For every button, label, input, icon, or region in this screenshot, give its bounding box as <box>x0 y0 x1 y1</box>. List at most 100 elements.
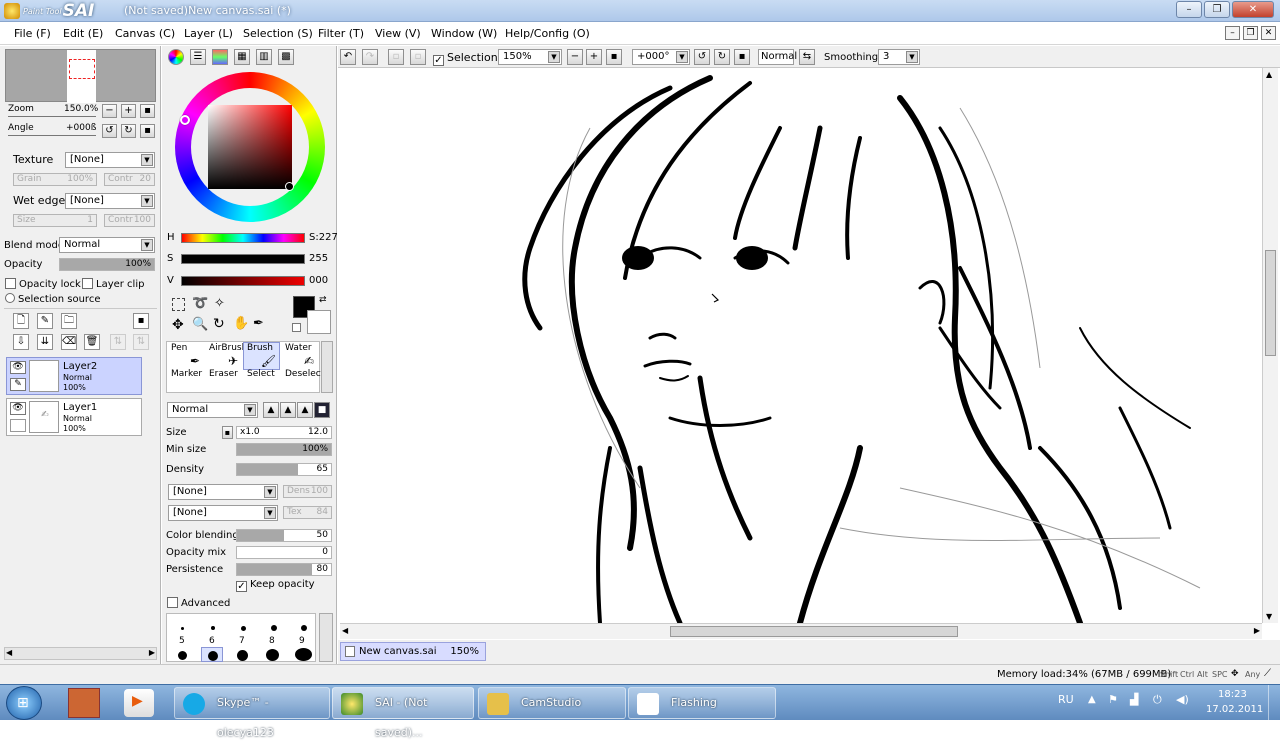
invert-selection-icon[interactable]: ▫ <box>410 49 426 65</box>
show-hidden-icons-icon[interactable]: ▲ <box>1088 694 1096 705</box>
texture-select[interactable]: [None] ▼ <box>65 152 155 168</box>
menu-file[interactable]: File (F) <box>14 27 51 40</box>
magic-wand-icon[interactable]: ✧ <box>214 296 225 311</box>
saturation-value-square[interactable] <box>208 105 292 189</box>
marquee-icon[interactable] <box>172 298 185 311</box>
rotate-left-button[interactable]: ↺ <box>102 124 117 138</box>
pencil-icon[interactable]: ✎ <box>10 378 26 391</box>
tool-eraser[interactable]: Eraser <box>205 368 242 396</box>
maximize-button[interactable]: ❐ <box>1204 1 1230 18</box>
power-icon[interactable]: ⏻ <box>1153 693 1162 707</box>
menu-canvas[interactable]: Canvas (C) <box>115 27 175 40</box>
start-button[interactable]: ⊞ <box>6 686 42 720</box>
transparent-color-icon[interactable] <box>292 323 301 332</box>
menu-view[interactable]: View (V) <box>375 27 421 40</box>
brush-preset-dot[interactable] <box>266 649 279 661</box>
brush-shape-hard-icon[interactable]: ■ <box>314 402 330 418</box>
saturation-bar[interactable] <box>181 254 305 264</box>
angle-select[interactable]: +000° ▼ <box>632 49 690 65</box>
new-linework-layer-icon[interactable]: ✎ <box>37 313 53 329</box>
layer-clip-checkbox[interactable]: Layer clip <box>82 278 144 290</box>
rotate-icon[interactable]: ↻ <box>213 316 225 332</box>
rotate-cw-icon[interactable]: ↻ <box>714 49 730 65</box>
canvas-horizontal-scrollbar[interactable]: ◀ ▶ <box>340 623 1262 639</box>
zoom-slider[interactable] <box>8 116 96 117</box>
zoom-out-button[interactable]: − <box>102 104 117 118</box>
navigator-view-frame[interactable] <box>69 59 95 79</box>
menu-filter[interactable]: Filter (T) <box>318 27 364 40</box>
layer-panel-scrollbar[interactable]: ◀ ▶ <box>4 647 157 660</box>
clock-time[interactable]: 18:23 <box>1218 689 1247 700</box>
volume-icon[interactable]: ◀) <box>1176 693 1189 706</box>
zoom-icon[interactable]: 🔍 <box>192 317 208 332</box>
layer-panel-menu-icon[interactable]: ▪ <box>133 313 149 329</box>
layer-opacity-slider[interactable]: 100% <box>59 258 155 271</box>
tool-brush[interactable]: Brush 🖌 <box>243 342 280 370</box>
size-multiplier-button[interactable]: ▪ <box>222 426 233 439</box>
language-indicator[interactable]: RU <box>1058 693 1074 706</box>
tool-airbrush[interactable]: AirBrush ✈ <box>205 342 247 370</box>
undo-icon[interactable]: ↶ <box>340 49 356 65</box>
brush-preset-dot[interactable] <box>211 626 215 630</box>
minimize-button[interactable]: – <box>1176 1 1202 18</box>
menu-window[interactable]: Window (W) <box>431 27 497 40</box>
persistence-slider[interactable]: 80 <box>236 563 332 576</box>
taskbar-sai[interactable]: SAI - (Not saved)... <box>332 687 474 739</box>
zoom-reset-button[interactable]: ▪ <box>140 104 155 118</box>
hue-marker[interactable] <box>180 115 190 125</box>
hue-bar[interactable] <box>181 233 305 243</box>
rotate-reset-button[interactable]: ▪ <box>140 124 155 138</box>
zoom-select[interactable]: 150% ▼ <box>498 49 562 65</box>
rotate-ccw-icon[interactable]: ↺ <box>694 49 710 65</box>
flag-icon[interactable]: ⚑ <box>1108 693 1118 706</box>
move-icon[interactable]: ✥ <box>172 317 184 333</box>
selection-source-radio[interactable]: Selection source <box>5 293 100 305</box>
deselect-icon[interactable]: ▫ <box>388 49 404 65</box>
navigator-preview[interactable] <box>5 49 156 103</box>
taskbar-camstudio[interactable]: CamStudio <box>478 687 626 719</box>
brush-shape-flat-icon[interactable]: ▲ <box>263 402 279 418</box>
color-wheel[interactable] <box>175 72 325 222</box>
wet-edge-select[interactable]: [None] ▼ <box>65 193 155 209</box>
smoothing-select[interactable]: 3 ▼ <box>878 49 920 65</box>
zoom-out-toolbar-icon[interactable]: − <box>567 49 583 65</box>
mdi-close-button[interactable]: ✕ <box>1261 26 1276 40</box>
flip-horizontal-icon[interactable]: ⇆ <box>799 49 815 65</box>
tool-select[interactable]: Select <box>243 368 280 396</box>
resize-grip-icon[interactable]: ⟋ <box>1264 668 1271 679</box>
brush-preset-selected[interactable] <box>201 647 223 662</box>
brush-presets-scrollbar[interactable] <box>319 613 333 662</box>
eye-icon[interactable]: 👁 <box>10 361 26 374</box>
brush-shape-soft-icon[interactable]: ▲ <box>297 402 313 418</box>
brush-preset-dot[interactable] <box>295 648 312 661</box>
brush-preset-dot[interactable] <box>301 625 307 631</box>
tool-grid-scrollbar[interactable] <box>321 341 333 393</box>
menu-selection[interactable]: Selection (S) <box>243 27 313 40</box>
hand-icon[interactable]: ✋ <box>233 316 249 331</box>
brush-shape-round-icon[interactable]: ▲ <box>280 402 296 418</box>
brush-size-slider[interactable]: x1.0 12.0 <box>236 426 332 439</box>
new-folder-icon[interactable]: 🗀 <box>61 313 77 329</box>
scroll-down-icon[interactable]: ▼ <box>1266 612 1272 621</box>
palette-tab-icon[interactable]: ▥ <box>256 49 272 65</box>
zoom-in-toolbar-icon[interactable]: + <box>586 49 602 65</box>
media-player-icon[interactable]: ▶ <box>124 689 154 717</box>
brush-texture-select[interactable]: [None] ▼ <box>168 484 278 500</box>
brush-mode-select[interactable]: Normal ▼ <box>167 402 258 418</box>
rotate-right-button[interactable]: ↻ <box>121 124 136 138</box>
blend-display-box[interactable]: Normal <box>758 49 797 65</box>
lasso-icon[interactable]: ➰ <box>192 296 208 311</box>
tool-water[interactable]: Water ✍ <box>281 342 318 370</box>
menu-edit[interactable]: Edit (E) <box>63 27 103 40</box>
tab-new-canvas[interactable]: New canvas.sai 150% <box>340 642 486 661</box>
canvas-vertical-scrollbar[interactable]: ▲ ▼ <box>1262 68 1278 623</box>
transfer-down-icon[interactable]: ⇩ <box>13 334 29 350</box>
color-wheel-tab-icon[interactable] <box>168 49 184 65</box>
show-desktop-button[interactable] <box>1268 685 1280 721</box>
close-button[interactable]: ✕ <box>1232 1 1274 18</box>
merge-down-icon[interactable]: ⇊ <box>37 334 53 350</box>
density-slider[interactable]: 65 <box>236 463 332 476</box>
opacity-lock-checkbox[interactable]: Opacity lock <box>5 278 81 290</box>
mdi-restore-button[interactable]: ❐ <box>1243 26 1258 40</box>
pinned-app-icon[interactable] <box>68 688 100 718</box>
